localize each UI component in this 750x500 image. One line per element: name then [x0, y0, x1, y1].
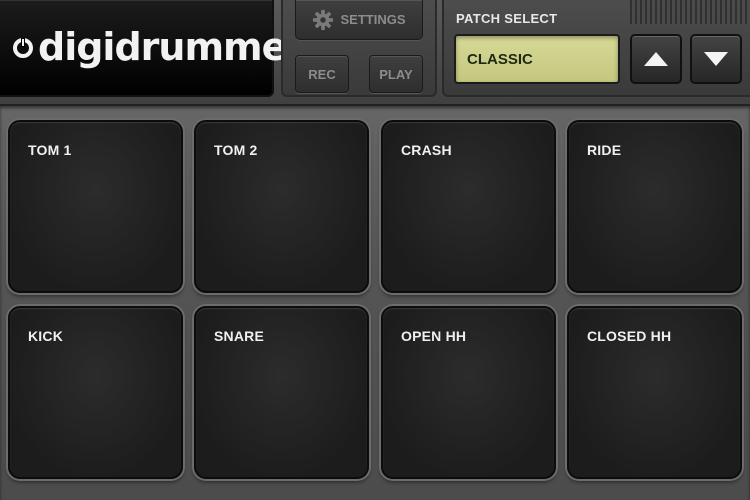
settings-label: SETTINGS — [340, 12, 406, 27]
pad-label: TOM 2 — [214, 142, 258, 158]
pad-tom-2[interactable]: TOM 2 — [194, 120, 369, 293]
pad-label: SNARE — [214, 328, 265, 344]
pad-label: OPEN HH — [401, 328, 467, 344]
triangle-up-icon — [644, 52, 668, 66]
logo-panel: digidrummer — [0, 0, 305, 97]
pad-tom-1[interactable]: TOM 1 — [8, 120, 183, 293]
power-ring-icon — [13, 38, 33, 58]
pad-label: TOM 1 — [28, 142, 72, 158]
pad-label: CLOSED HH — [587, 328, 672, 344]
pad-closed-hh[interactable]: CLOSED HH — [567, 306, 742, 479]
speaker-grille — [630, 0, 750, 24]
patch-display: CLASSIC — [454, 34, 620, 84]
play-button[interactable]: PLAY — [369, 55, 423, 93]
patch-select-title: PATCH SELECT — [456, 11, 558, 26]
pad-label: CRASH — [401, 142, 452, 158]
pad-open-hh[interactable]: OPEN HH — [381, 306, 556, 479]
gear-icon — [313, 9, 334, 30]
pad-snare[interactable]: SNARE — [194, 306, 369, 479]
drum-pad-grid: TOM 1 TOM 2 CRASH RIDE KICK SNARE OPEN H… — [0, 106, 750, 500]
patch-down-button[interactable] — [690, 34, 742, 84]
pad-label: KICK — [28, 328, 64, 344]
patch-select-panel: PATCH SELECT CLASSIC — [442, 0, 750, 97]
settings-button[interactable]: SETTINGS — [295, 0, 423, 40]
app-logo: digidrummer — [38, 25, 305, 69]
pad-kick[interactable]: KICK — [8, 306, 183, 479]
pad-label: RIDE — [587, 142, 622, 158]
triangle-down-icon — [704, 52, 728, 66]
pad-ride[interactable]: RIDE — [567, 120, 742, 293]
transport-panel: SETTINGS REC PLAY — [281, 0, 437, 97]
top-bar: digidrummer SETTINGS REC PLAY PATCH SELE… — [0, 0, 750, 106]
digidrummer-app: digidrummer SETTINGS REC PLAY PATCH SELE… — [0, 0, 750, 500]
rec-button[interactable]: REC — [295, 55, 349, 93]
patch-up-button[interactable] — [630, 34, 682, 84]
pad-crash[interactable]: CRASH — [381, 120, 556, 293]
